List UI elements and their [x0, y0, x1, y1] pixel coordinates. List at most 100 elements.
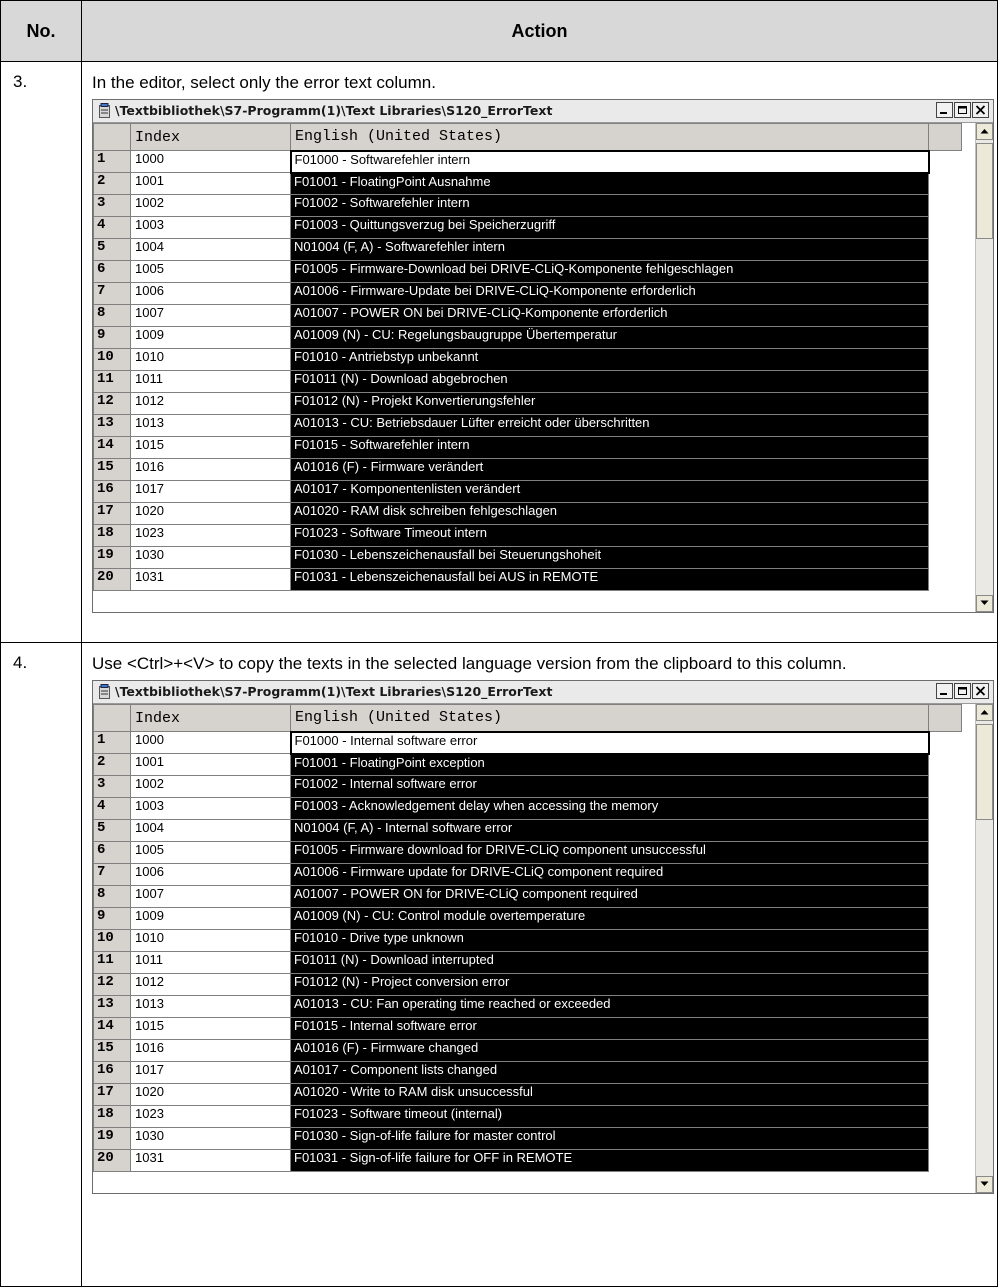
row-header[interactable]: 2 — [93, 753, 131, 776]
index-cell[interactable]: 1005 — [130, 260, 291, 283]
row-header[interactable]: 7 — [93, 863, 131, 886]
selected-text-cell[interactable]: F01010 - Antriebstyp unbekannt — [290, 348, 929, 371]
selected-text-cell[interactable]: F01011 (N) - Download abgebrochen — [290, 370, 929, 393]
row-header[interactable]: 11 — [93, 370, 131, 393]
index-cell[interactable]: 1010 — [130, 929, 291, 952]
selected-text-cell[interactable]: F01030 - Sign-of-life failure for master… — [290, 1127, 929, 1150]
row-header[interactable]: 9 — [93, 326, 131, 349]
index-cell[interactable]: 1031 — [130, 568, 291, 591]
index-cell[interactable]: 1012 — [130, 392, 291, 415]
row-header[interactable]: 1 — [93, 150, 131, 173]
row-header[interactable]: 18 — [93, 524, 131, 547]
row-header[interactable]: 20 — [93, 1149, 131, 1172]
row-header[interactable]: 15 — [93, 458, 131, 481]
selected-text-cell[interactable]: F01031 - Lebenszeichenausfall bei AUS in… — [290, 568, 929, 591]
row-header[interactable]: 17 — [93, 1083, 131, 1106]
row-header[interactable]: 8 — [93, 885, 131, 908]
maximize-button[interactable] — [954, 683, 971, 699]
index-cell[interactable]: 1001 — [130, 753, 291, 776]
row-header[interactable]: 19 — [93, 546, 131, 569]
index-column-header[interactable]: Index — [130, 123, 291, 151]
selected-text-cell[interactable]: F01001 - FloatingPoint Ausnahme — [290, 172, 929, 195]
row-header[interactable]: 15 — [93, 1039, 131, 1062]
scroll-up-button[interactable] — [976, 704, 993, 721]
row-header[interactable]: 13 — [93, 995, 131, 1018]
index-cell[interactable]: 1007 — [130, 885, 291, 908]
row-header[interactable]: 4 — [93, 216, 131, 239]
row-header[interactable]: 19 — [93, 1127, 131, 1150]
selected-text-cell[interactable]: A01009 (N) - CU: Control module overtemp… — [290, 907, 929, 930]
selected-text-cell[interactable]: A01017 - Component lists changed — [290, 1061, 929, 1084]
grid-corner-cell[interactable] — [93, 704, 131, 732]
row-header[interactable]: 18 — [93, 1105, 131, 1128]
row-header[interactable]: 1 — [93, 731, 131, 754]
index-cell[interactable]: 1005 — [130, 841, 291, 864]
index-cell[interactable]: 1007 — [130, 304, 291, 327]
selected-text-cell[interactable]: F01015 - Internal software error — [290, 1017, 929, 1040]
text-column-header[interactable]: English (United States) — [290, 704, 929, 732]
index-cell[interactable]: 1009 — [130, 326, 291, 349]
index-cell[interactable]: 1020 — [130, 1083, 291, 1106]
selected-text-cell[interactable]: A01017 - Komponentenlisten verändert — [290, 480, 929, 503]
row-header[interactable]: 6 — [93, 260, 131, 283]
maximize-button[interactable] — [954, 102, 971, 118]
minimize-button[interactable] — [936, 683, 953, 699]
row-header[interactable]: 10 — [93, 348, 131, 371]
scroll-up-button[interactable] — [976, 123, 993, 140]
row-header[interactable]: 5 — [93, 819, 131, 842]
selected-text-cell[interactable]: F01005 - Firmware-Download bei DRIVE-CLi… — [290, 260, 929, 283]
row-header[interactable]: 13 — [93, 414, 131, 437]
index-cell[interactable]: 1013 — [130, 414, 291, 437]
index-cell[interactable]: 1003 — [130, 797, 291, 820]
selected-text-cell[interactable]: A01007 - POWER ON for DRIVE-CLiQ compone… — [290, 885, 929, 908]
selected-text-cell[interactable]: F01003 - Acknowledgement delay when acce… — [290, 797, 929, 820]
row-header[interactable]: 14 — [93, 1017, 131, 1040]
row-header[interactable]: 12 — [93, 973, 131, 996]
row-header[interactable]: 4 — [93, 797, 131, 820]
vertical-scrollbar[interactable] — [975, 704, 993, 1193]
row-header[interactable]: 16 — [93, 480, 131, 503]
index-cell[interactable]: 1006 — [130, 863, 291, 886]
vertical-scrollbar[interactable] — [975, 123, 993, 612]
index-cell[interactable]: 1017 — [130, 480, 291, 503]
index-cell[interactable]: 1010 — [130, 348, 291, 371]
index-column-header[interactable]: Index — [130, 704, 291, 732]
selected-text-cell[interactable]: F01023 - Software Timeout intern — [290, 524, 929, 547]
selected-text-cell[interactable]: A01020 - Write to RAM disk unsuccessful — [290, 1083, 929, 1106]
grid-corner-cell[interactable] — [93, 123, 131, 151]
index-cell[interactable]: 1015 — [130, 1017, 291, 1040]
index-cell[interactable]: 1023 — [130, 1105, 291, 1128]
index-cell[interactable]: 1002 — [130, 194, 291, 217]
row-header[interactable]: 2 — [93, 172, 131, 195]
index-cell[interactable]: 1031 — [130, 1149, 291, 1172]
selected-text-cell[interactable]: F01005 - Firmware download for DRIVE-CLi… — [290, 841, 929, 864]
active-text-cell[interactable]: F01000 - Internal software error — [289, 730, 930, 755]
row-header[interactable]: 9 — [93, 907, 131, 930]
selected-text-cell[interactable]: F01023 - Software timeout (internal) — [290, 1105, 929, 1128]
index-cell[interactable]: 1012 — [130, 973, 291, 996]
selected-text-cell[interactable]: F01012 (N) - Project conversion error — [290, 973, 929, 996]
row-header[interactable]: 10 — [93, 929, 131, 952]
index-cell[interactable]: 1009 — [130, 907, 291, 930]
scroll-down-button[interactable] — [976, 595, 993, 612]
text-column-header[interactable]: English (United States) — [290, 123, 929, 151]
close-button[interactable] — [972, 102, 989, 118]
selected-text-cell[interactable]: A01016 (F) - Firmware verändert — [290, 458, 929, 481]
selected-text-cell[interactable]: N01004 (F, A) - Softwarefehler intern — [290, 238, 929, 261]
selected-text-cell[interactable]: N01004 (F, A) - Internal software error — [290, 819, 929, 842]
index-cell[interactable]: 1000 — [130, 150, 291, 173]
index-cell[interactable]: 1030 — [130, 1127, 291, 1150]
index-cell[interactable]: 1020 — [130, 502, 291, 525]
index-cell[interactable]: 1003 — [130, 216, 291, 239]
row-header[interactable]: 8 — [93, 304, 131, 327]
scrollbar-thumb[interactable] — [976, 143, 993, 239]
selected-text-cell[interactable]: F01002 - Internal software error — [290, 775, 929, 798]
selected-text-cell[interactable]: A01009 (N) - CU: Regelungsbaugruppe Über… — [290, 326, 929, 349]
index-cell[interactable]: 1023 — [130, 524, 291, 547]
selected-text-cell[interactable]: A01007 - POWER ON bei DRIVE-CLiQ-Kompone… — [290, 304, 929, 327]
selected-text-cell[interactable]: F01003 - Quittungsverzug bei Speicherzug… — [290, 216, 929, 239]
index-cell[interactable]: 1013 — [130, 995, 291, 1018]
selected-text-cell[interactable]: A01016 (F) - Firmware changed — [290, 1039, 929, 1062]
active-text-cell[interactable]: F01000 - Softwarefehler intern — [289, 149, 930, 174]
selected-text-cell[interactable]: F01015 - Softwarefehler intern — [290, 436, 929, 459]
